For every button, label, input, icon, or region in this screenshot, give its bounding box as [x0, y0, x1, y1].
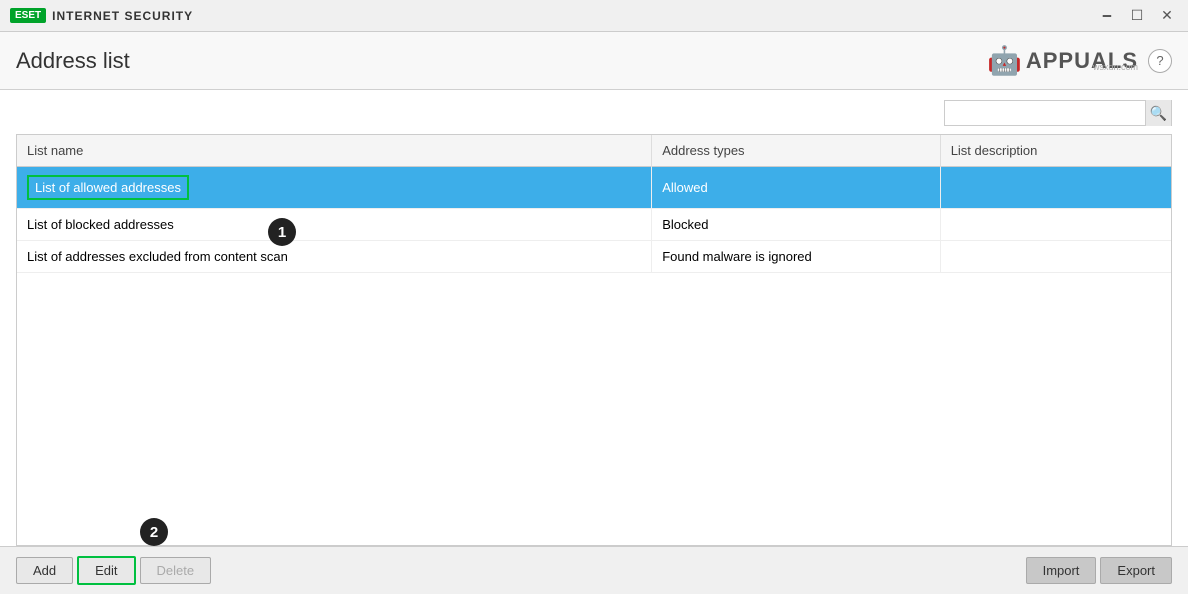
cell-list-name: List of addresses excluded from content … — [17, 241, 652, 273]
column-header-name: List name — [17, 135, 652, 167]
annotation-1: 1 — [268, 218, 296, 246]
help-button[interactable]: ? — [1148, 49, 1172, 73]
cell-list-name: List of blocked addresses — [17, 209, 652, 241]
page-title: Address list — [16, 48, 130, 74]
column-header-desc: List description — [940, 135, 1171, 167]
edit-button[interactable]: Edit — [77, 556, 135, 585]
main-content: 🔍 List name Address types List descripti… — [0, 90, 1188, 546]
address-table-wrap: List name Address types List description… — [16, 134, 1172, 546]
search-input-wrap: 🔍 — [944, 100, 1172, 126]
app-header: Address list 🤖 APPUALS wsxdn.com ? — [0, 32, 1188, 90]
table-row[interactable]: List of addresses excluded from content … — [17, 241, 1171, 273]
eset-logo: ESET — [10, 8, 46, 23]
search-bar: 🔍 — [16, 100, 1172, 126]
footer-right: Import Export — [1026, 557, 1172, 584]
title-bar: ESET INTERNET SECURITY 🗕 ☐ ✕ — [0, 0, 1188, 32]
window-controls: 🗕 ☐ ✕ — [1096, 0, 1178, 31]
cell-list-desc — [940, 209, 1171, 241]
table-row[interactable]: List of allowed addressesAllowed — [17, 167, 1171, 209]
search-button[interactable]: 🔍 — [1145, 100, 1171, 126]
table-header-row: List name Address types List description — [17, 135, 1171, 167]
column-header-type: Address types — [652, 135, 941, 167]
table-row[interactable]: List of blocked addressesBlocked — [17, 209, 1171, 241]
app-name: INTERNET SECURITY — [52, 9, 193, 23]
watermark-sub: wsxdn.com — [1093, 62, 1138, 72]
close-button[interactable]: ✕ — [1156, 5, 1178, 27]
footer: Add Edit Delete Import Export — [0, 546, 1188, 594]
cell-address-type: Allowed — [652, 167, 941, 209]
app-logo-area: ESET INTERNET SECURITY — [10, 8, 193, 23]
cell-address-type: Blocked — [652, 209, 941, 241]
maximize-button[interactable]: ☐ — [1126, 5, 1148, 27]
search-input[interactable] — [945, 106, 1145, 121]
cell-list-name: List of allowed addresses — [17, 167, 652, 209]
address-table: List name Address types List description… — [17, 135, 1171, 273]
minimize-button[interactable]: 🗕 — [1096, 5, 1118, 27]
import-button[interactable]: Import — [1026, 557, 1097, 584]
cell-list-desc — [940, 241, 1171, 273]
watermark-area: 🤖 APPUALS wsxdn.com — [987, 44, 1138, 77]
export-button[interactable]: Export — [1100, 557, 1172, 584]
delete-button[interactable]: Delete — [140, 557, 212, 584]
add-button[interactable]: Add — [16, 557, 73, 584]
cell-list-desc — [940, 167, 1171, 209]
annotation-2: 2 — [140, 518, 168, 546]
character-icon: 🤖 — [987, 44, 1022, 77]
cell-address-type: Found malware is ignored — [652, 241, 941, 273]
